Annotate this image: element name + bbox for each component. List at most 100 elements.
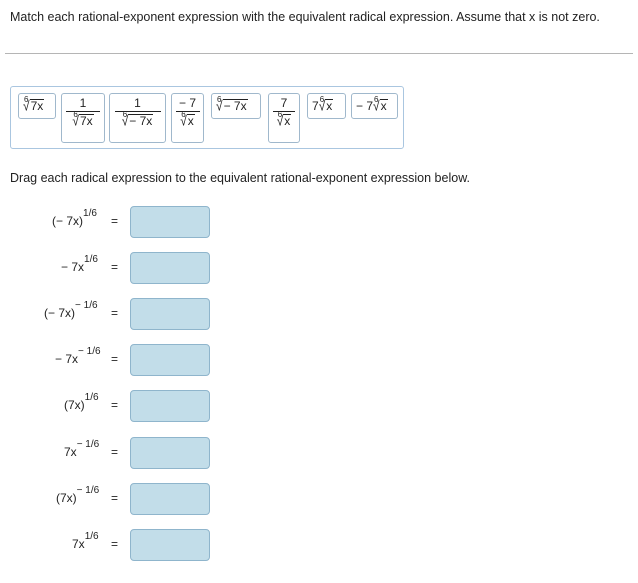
radicand: x	[186, 114, 195, 128]
radicand: 7x	[78, 114, 94, 128]
expression-base: − 7x	[55, 352, 79, 366]
fraction-bar	[273, 111, 295, 112]
radical-sign-icon: √	[72, 112, 79, 130]
expression-base: 7x	[72, 537, 85, 551]
expression-base: 7x	[64, 445, 77, 459]
fraction: − 7 6 √x	[172, 96, 203, 130]
radical-expression: − 7 6 √x	[356, 96, 388, 115]
answer-tile-neg-7-root-x[interactable]: − 7 6 √x	[351, 93, 398, 119]
rational-exponent-expression: 7x− 1/6	[64, 439, 99, 459]
radical-expression: 7 6 √x	[312, 96, 334, 115]
expression-exponent: − 1/6	[76, 439, 100, 450]
drop-target[interactable]	[130, 298, 210, 330]
fraction-numerator: 7	[280, 96, 288, 110]
expression-exponent: − 1/6	[76, 485, 100, 496]
radical-expression: 6 √− 7x	[216, 96, 248, 115]
answer-tile-neg-7-over-root-x[interactable]: − 7 6 √x	[171, 93, 204, 143]
drop-target[interactable]	[130, 483, 210, 515]
equals-sign: =	[111, 260, 119, 274]
radical-sign-icon: √	[318, 97, 326, 115]
fraction-denominator: 6 √x	[172, 111, 203, 130]
fraction-numerator: 1	[134, 96, 141, 110]
drop-target[interactable]	[130, 437, 210, 469]
radical-expression: 6 √x	[276, 111, 292, 130]
coefficient: − 7	[356, 99, 374, 113]
rational-exponent-expression: − 7x1/6	[61, 254, 98, 274]
drop-target[interactable]	[130, 206, 210, 238]
expression-base: (7x)	[64, 398, 85, 412]
answer-tile-pool: 6 √7x 1 6 √7x 1 6 √− 7x − 7 6 √x 6 √− 7x…	[10, 86, 404, 149]
rational-exponent-expression: 7x1/6	[72, 531, 99, 551]
coefficient: 7	[312, 99, 319, 113]
expression-exponent: 1/6	[83, 208, 97, 219]
radical-expression: 6 √x	[180, 111, 195, 130]
radical-sign-icon: √	[121, 112, 129, 130]
match-row: (7x)− 1/6 =	[0, 483, 638, 515]
radicand: − 7x	[222, 99, 248, 113]
radical-sign-icon: √	[276, 112, 284, 130]
expression-base: (− 7x)	[44, 306, 76, 320]
rational-exponent-expression: (− 7x)− 1/6	[44, 300, 98, 320]
drop-target[interactable]	[130, 252, 210, 284]
expression-exponent: 1/6	[84, 392, 99, 403]
match-row: − 7x1/6 =	[0, 252, 638, 284]
answer-tile-one-over-root-7x[interactable]: 1 6 √7x	[61, 93, 105, 143]
radical-sign-icon: √	[180, 112, 187, 130]
match-row: 7x1/6 =	[0, 529, 638, 561]
expression-exponent: − 1/6	[78, 346, 101, 357]
fraction-denominator: 6 √x	[269, 111, 299, 130]
expression-exponent: 1/6	[84, 531, 99, 542]
divider	[5, 53, 633, 54]
instructions-text: Match each rational-exponent expression …	[10, 10, 600, 24]
equals-sign: =	[111, 445, 119, 459]
answer-tile-7-root-x[interactable]: 7 6 √x	[307, 93, 346, 119]
answer-tile-root-neg-7x[interactable]: 6 √− 7x	[211, 93, 261, 119]
drag-instructions-text: Drag each radical expression to the equi…	[10, 171, 471, 185]
radicand: x	[325, 99, 334, 113]
radical-sign-icon: √	[373, 97, 380, 115]
equals-sign: =	[111, 398, 119, 412]
fraction: 7 6 √x	[269, 96, 299, 130]
radical-sign-icon: √	[23, 97, 30, 115]
rational-exponent-expression: (− 7x)1/6	[52, 208, 97, 228]
answer-tile-root-7x[interactable]: 6 √7x	[18, 93, 56, 119]
fraction-bar	[175, 111, 200, 112]
fraction-bar	[114, 111, 161, 112]
match-row: (− 7x)− 1/6 =	[0, 298, 638, 330]
equals-sign: =	[111, 214, 119, 228]
expression-exponent: 1/6	[84, 254, 98, 265]
fraction: 1 6 √− 7x	[110, 96, 165, 130]
match-row: 7x− 1/6 =	[0, 437, 638, 469]
radical-expression: 6 √7x	[72, 111, 94, 130]
drop-target[interactable]	[130, 390, 210, 422]
equals-sign: =	[111, 352, 119, 366]
fraction-numerator: − 7	[178, 96, 196, 110]
radicand: 7x	[29, 99, 45, 113]
fraction: 1 6 √7x	[62, 96, 104, 130]
answer-tile-7-over-root-x[interactable]: 7 6 √x	[268, 93, 300, 143]
expression-base: − 7x	[61, 260, 85, 274]
equals-sign: =	[111, 537, 119, 551]
expression-exponent: − 1/6	[75, 300, 98, 311]
equals-sign: =	[111, 491, 119, 505]
radical-sign-icon: √	[216, 97, 223, 115]
radicand: − 7x	[128, 114, 154, 128]
rational-exponent-expression: − 7x− 1/6	[55, 346, 101, 366]
equals-sign: =	[111, 306, 119, 320]
rational-exponent-expression: (7x)− 1/6	[56, 485, 99, 505]
expression-base: (7x)	[56, 491, 77, 505]
match-row: (7x)1/6 =	[0, 390, 638, 422]
drop-target[interactable]	[130, 529, 210, 561]
radical-expression: 6 √7x	[23, 96, 45, 115]
radicand: x	[379, 99, 388, 113]
rational-exponent-expression: (7x)1/6	[64, 392, 99, 412]
fraction-bar	[66, 111, 100, 112]
match-row: − 7x− 1/6 =	[0, 344, 638, 376]
drop-target[interactable]	[130, 344, 210, 376]
fraction-numerator: 1	[79, 96, 87, 110]
answer-tile-one-over-root-neg-7x[interactable]: 1 6 √− 7x	[109, 93, 166, 143]
match-row: (− 7x)1/6 =	[0, 206, 638, 238]
radicand: x	[283, 114, 292, 128]
expression-base: (− 7x)	[52, 214, 84, 228]
fraction-denominator: 6 √− 7x	[110, 111, 165, 130]
